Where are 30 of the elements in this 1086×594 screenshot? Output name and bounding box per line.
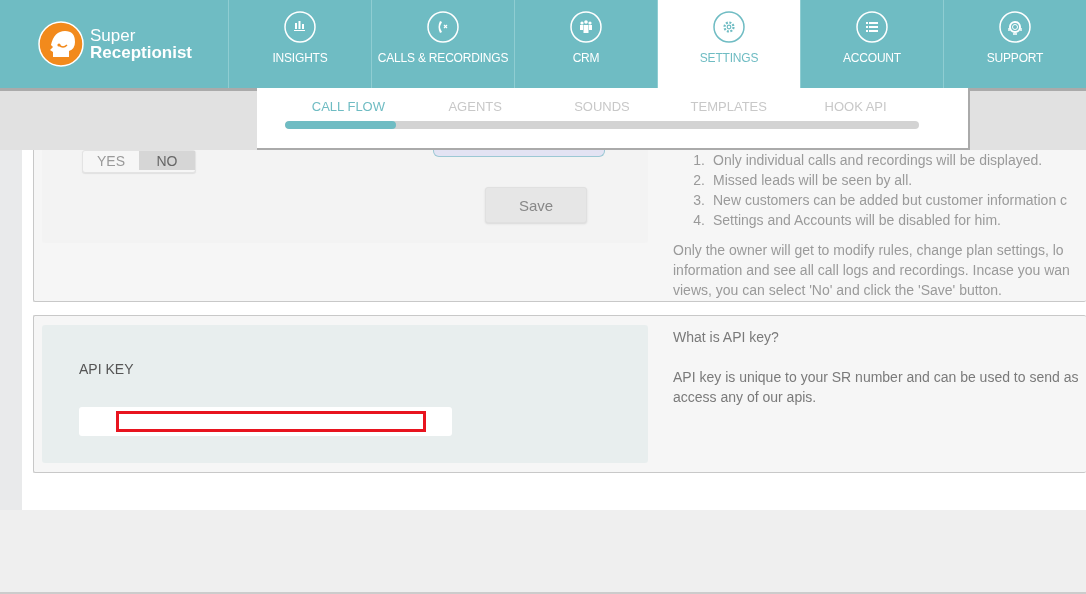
api-key-field[interactable] bbox=[79, 407, 452, 436]
rule-text: New customers can be added but customer information c bbox=[713, 191, 1068, 210]
list-number: 2. bbox=[692, 171, 706, 190]
toggle-option[interactable]: YES bbox=[83, 151, 139, 170]
note-text: views, you can select 'No' and click the 'Save' button. bbox=[673, 281, 1003, 300]
api-key-label: API KEY bbox=[79, 361, 135, 377]
toggle-option[interactable]: NO bbox=[139, 151, 195, 170]
brand-name: Super bbox=[90, 27, 137, 44]
help-text: API key is unique to your SR number and can be used to send as bbox=[673, 368, 1079, 387]
help-text: access any of our apis. bbox=[673, 388, 818, 407]
phone-icon bbox=[427, 11, 459, 43]
headset-icon bbox=[999, 11, 1031, 43]
list-number: 4. bbox=[692, 211, 706, 230]
note-text: Only the owner will get to modify rules, change plan settings, lo bbox=[673, 241, 1065, 260]
bar-chart-icon bbox=[284, 11, 316, 43]
rule-text: Settings and Accounts will be disabled for him. bbox=[713, 211, 1001, 230]
brand-name-bold: Receptionist bbox=[90, 44, 193, 61]
rule-text: Missed leads will be seen by all. bbox=[713, 171, 913, 190]
logo-icon bbox=[38, 21, 84, 67]
list-number: 3. bbox=[692, 191, 706, 210]
save-button[interactable]: Save bbox=[485, 187, 587, 223]
nav-tab[interactable]: SETTINGS bbox=[657, 0, 800, 88]
people-icon bbox=[570, 11, 602, 43]
rule-text: Only individual calls and recordings will be displayed. bbox=[713, 151, 1043, 170]
submenu-tab[interactable]: CALL FLOW bbox=[285, 99, 412, 114]
list-icon bbox=[856, 11, 888, 43]
help-title: What is API key? bbox=[673, 328, 780, 347]
list-number: 1. bbox=[692, 151, 706, 170]
gear-icon bbox=[713, 11, 745, 43]
note-text: information and see all call logs and recordings. Incase you wan bbox=[673, 261, 1070, 280]
